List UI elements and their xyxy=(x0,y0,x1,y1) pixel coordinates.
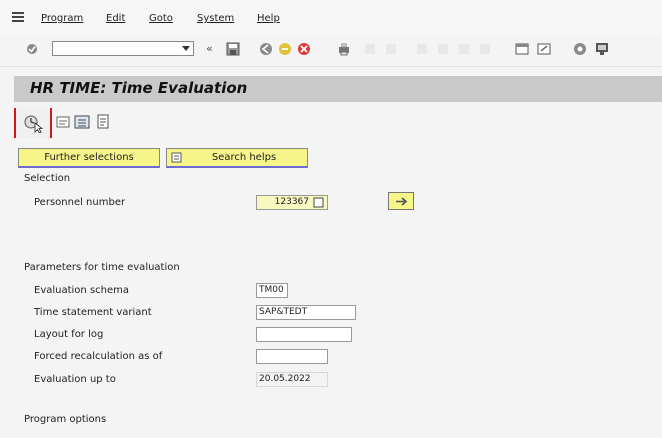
chevron-down-icon[interactable] xyxy=(182,46,190,51)
get-variant-icon[interactable] xyxy=(74,114,90,130)
menu-system[interactable]: System xyxy=(197,13,234,24)
forced-recalculation-input[interactable] xyxy=(256,349,328,364)
find-next-icon xyxy=(386,44,396,54)
further-selections-button[interactable]: Further selections xyxy=(18,148,160,168)
last-page-icon xyxy=(480,44,490,54)
application-toolbar xyxy=(14,108,214,138)
evaluation-schema-label: Evaluation schema xyxy=(34,285,130,296)
search-helps-button[interactable]: Search helps xyxy=(166,148,308,168)
search-helps-label: Search helps xyxy=(211,152,277,163)
enter-check-icon[interactable] xyxy=(25,42,39,56)
menu-help[interactable]: Help xyxy=(257,13,280,24)
page-title: HR TIME: Time Evaluation xyxy=(30,79,248,97)
menu-goto[interactable]: Goto xyxy=(149,13,173,24)
next-page-icon xyxy=(459,44,469,54)
layout-for-log-label: Layout for log xyxy=(34,329,104,340)
command-field[interactable] xyxy=(52,41,194,56)
shortcut-icon[interactable] xyxy=(536,41,552,57)
personnel-number-input[interactable]: 123367 xyxy=(256,195,328,210)
program-options-heading: Program options xyxy=(24,414,107,425)
time-statement-variant-input[interactable]: SAP&TEDT xyxy=(256,305,356,320)
print-icon[interactable] xyxy=(336,41,352,57)
time-statement-variant-value: SAP&TEDT xyxy=(259,307,308,317)
further-selections-label: Further selections xyxy=(44,152,134,163)
variant-icon[interactable] xyxy=(56,115,70,129)
first-page-icon xyxy=(417,44,427,54)
previous-page-icon xyxy=(438,44,448,54)
time-statement-variant-label: Time statement variant xyxy=(34,307,152,318)
exit-icon[interactable] xyxy=(277,41,293,57)
menu-list-icon[interactable] xyxy=(12,12,24,23)
execute-clock-icon xyxy=(24,115,44,133)
back-icon[interactable] xyxy=(258,41,274,57)
evaluation-schema-value: TM00 xyxy=(259,285,284,295)
find-icon xyxy=(365,44,375,54)
menu-bar: Program Edit Goto System Help xyxy=(0,0,662,36)
execute-button[interactable] xyxy=(14,108,52,138)
customize-layout-icon[interactable] xyxy=(594,41,610,57)
menu-edit[interactable]: Edit xyxy=(106,13,125,24)
double-chevron-icon[interactable]: « xyxy=(206,42,213,55)
evaluation-up-to-input[interactable]: 20.05.2022 xyxy=(256,372,328,387)
program-documentation-icon[interactable] xyxy=(96,114,110,130)
evaluation-schema-input[interactable]: TM00 xyxy=(256,283,288,298)
value-help-icon[interactable] xyxy=(313,197,325,208)
evaluation-up-to-label: Evaluation up to xyxy=(34,374,116,385)
forced-recalculation-label: Forced recalculation as of xyxy=(34,351,163,362)
personnel-number-label: Personnel number xyxy=(34,197,126,208)
arrow-right-icon xyxy=(396,197,408,206)
help-icon[interactable] xyxy=(572,41,588,57)
cancel-icon[interactable] xyxy=(296,41,312,57)
menu-program[interactable]: Program xyxy=(41,13,83,24)
new-session-icon[interactable] xyxy=(514,41,530,57)
layout-for-log-input[interactable] xyxy=(256,327,352,342)
evaluation-up-to-value: 20.05.2022 xyxy=(259,374,311,384)
parameters-heading: Parameters for time evaluation xyxy=(24,262,180,273)
multiple-selection-button[interactable] xyxy=(388,192,414,210)
standard-toolbar: « xyxy=(0,36,662,67)
selection-heading: Selection xyxy=(24,173,71,184)
search-help-icon xyxy=(171,152,182,163)
save-icon[interactable] xyxy=(225,41,241,57)
title-bar: HR TIME: Time Evaluation xyxy=(14,76,662,102)
personnel-number-value: 123367 xyxy=(274,197,309,207)
